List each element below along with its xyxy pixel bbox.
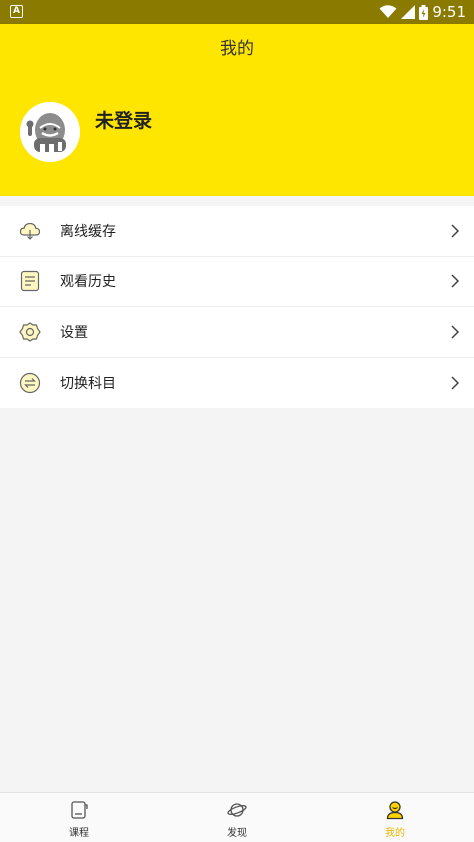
wifi-icon <box>379 5 397 18</box>
planet-icon <box>227 803 247 817</box>
menu-list: 离线缓存 观看历史 设置 切换科目 <box>0 206 474 408</box>
signal-icon <box>401 5 416 19</box>
cloud-download-icon <box>19 222 41 240</box>
battery-icon <box>419 4 429 20</box>
menu-item-label: 切换科目 <box>60 375 116 392</box>
bottom-tab-bar: 课程 发现 我的 <box>0 792 474 842</box>
menu-item-switch-subject[interactable]: 切换科目 <box>0 358 474 409</box>
mascot-avatar-icon[interactable] <box>20 102 80 162</box>
tab-label: 发现 <box>227 828 247 839</box>
chevron-right-icon <box>451 274 460 288</box>
tab-mine[interactable]: 我的 <box>316 793 474 842</box>
menu-item-settings[interactable]: 设置 <box>0 307 474 358</box>
login-status-label[interactable]: 未登录 <box>95 106 152 133</box>
chevron-right-icon <box>451 376 460 390</box>
menu-item-offline-cache[interactable]: 离线缓存 <box>0 206 474 257</box>
title-bar: 我的 <box>0 24 474 68</box>
settings-icon <box>19 322 41 342</box>
menu-item-label: 设置 <box>60 324 88 341</box>
status-bar: A 9:51 <box>0 0 474 24</box>
page-title: 我的 <box>220 38 254 59</box>
notification-icon: A <box>10 5 23 18</box>
chevron-right-icon <box>451 325 460 339</box>
history-document-icon <box>20 271 40 292</box>
switch-icon <box>19 372 41 393</box>
status-time: 9:51 <box>432 3 466 21</box>
tab-label: 我的 <box>385 828 405 839</box>
status-icons: 9:51 <box>379 3 466 21</box>
course-book-icon <box>71 801 88 819</box>
menu-item-watch-history[interactable]: 观看历史 <box>0 257 474 307</box>
profile-header[interactable]: 未登录 <box>0 68 474 196</box>
menu-item-label: 离线缓存 <box>60 223 116 240</box>
tab-discover[interactable]: 发现 <box>158 793 316 842</box>
chevron-right-icon <box>451 224 460 238</box>
tab-course[interactable]: 课程 <box>0 793 158 842</box>
tab-label: 课程 <box>69 828 89 839</box>
menu-item-label: 观看历史 <box>60 274 116 291</box>
user-icon <box>386 801 404 820</box>
